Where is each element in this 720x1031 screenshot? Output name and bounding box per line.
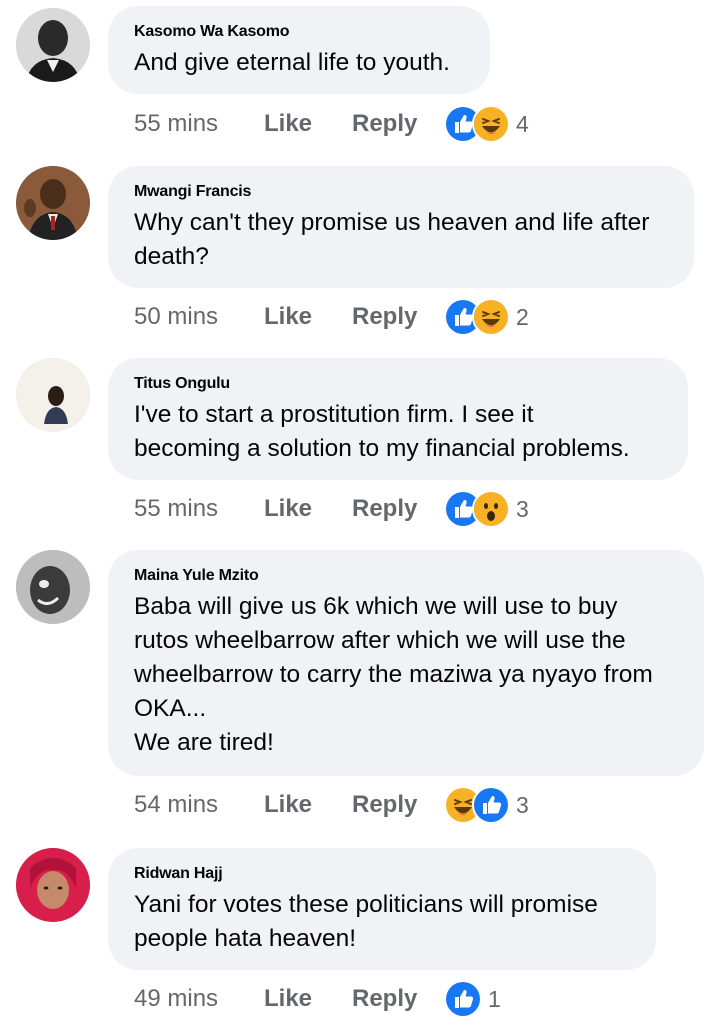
laugh-icon: [472, 298, 510, 336]
reaction-count: 1: [488, 985, 501, 1012]
comment-author[interactable]: Maina Yule Mzito: [134, 566, 680, 586]
like-button[interactable]: Like: [264, 110, 352, 138]
comment-time[interactable]: 55 mins: [134, 495, 264, 523]
avatar[interactable]: [16, 166, 90, 240]
comment-text: Yani for votes these politicians will pr…: [134, 891, 598, 952]
comment-time[interactable]: 55 mins: [134, 110, 264, 138]
reaction-count: 3: [516, 791, 529, 818]
reaction-count: 3: [516, 495, 529, 522]
comment-bubble: Mwangi Francis Why can't they promise us…: [108, 166, 694, 288]
comment-text: I've to start a prostitution firm. I see…: [134, 401, 630, 462]
reply-button[interactable]: Reply: [352, 303, 444, 331]
reaction-summary[interactable]: 2: [444, 298, 529, 336]
reaction-count: 2: [516, 303, 529, 330]
avatar[interactable]: [16, 550, 90, 624]
comment-time[interactable]: 49 mins: [134, 985, 264, 1013]
like-button[interactable]: Like: [264, 985, 352, 1013]
reaction-summary[interactable]: 3: [444, 786, 529, 824]
comment-actions: 55 mins Like Reply 4: [134, 105, 529, 143]
reaction-count: 4: [516, 110, 529, 137]
comment-actions: 54 mins Like Reply 3: [134, 786, 529, 824]
like-icon: [472, 786, 510, 824]
comment-bubble: Titus Ongulu I've to start a prostitutio…: [108, 358, 688, 480]
comment-time[interactable]: 50 mins: [134, 303, 264, 331]
like-button[interactable]: Like: [264, 495, 352, 523]
reply-button[interactable]: Reply: [352, 791, 444, 819]
reaction-summary[interactable]: 1: [444, 980, 501, 1018]
comment-author[interactable]: Mwangi Francis: [134, 182, 670, 202]
avatar[interactable]: [16, 848, 90, 922]
reply-button[interactable]: Reply: [352, 985, 444, 1013]
comment-text: Baba will give us 6k which we will use t…: [134, 593, 653, 756]
like-icon: [444, 980, 482, 1018]
like-button[interactable]: Like: [264, 303, 352, 331]
comment-text: Why can't they promise us heaven and lif…: [134, 209, 650, 270]
comment-author[interactable]: Ridwan Hajj: [134, 864, 632, 884]
comment-text: And give eternal life to youth.: [134, 49, 450, 76]
comment-bubble: Ridwan Hajj Yani for votes these politic…: [108, 848, 656, 970]
comment-actions: 49 mins Like Reply 1: [134, 980, 501, 1018]
comment-time[interactable]: 54 mins: [134, 791, 264, 819]
reply-button[interactable]: Reply: [352, 495, 444, 523]
comment-actions: 50 mins Like Reply 2: [134, 298, 529, 336]
avatar[interactable]: [16, 8, 90, 82]
wow-icon: [472, 490, 510, 528]
comment-author[interactable]: Titus Ongulu: [134, 374, 664, 394]
comment-actions: 55 mins Like Reply 3: [134, 490, 529, 528]
comment-bubble: Maina Yule Mzito Baba will give us 6k wh…: [108, 550, 704, 776]
avatar[interactable]: [16, 358, 90, 432]
comment-bubble: Kasomo Wa Kasomo And give eternal life t…: [108, 6, 490, 94]
like-button[interactable]: Like: [264, 791, 352, 819]
reaction-summary[interactable]: 4: [444, 105, 529, 143]
comment-author[interactable]: Kasomo Wa Kasomo: [134, 22, 466, 42]
laugh-icon: [472, 105, 510, 143]
reply-button[interactable]: Reply: [352, 110, 444, 138]
reaction-summary[interactable]: 3: [444, 490, 529, 528]
